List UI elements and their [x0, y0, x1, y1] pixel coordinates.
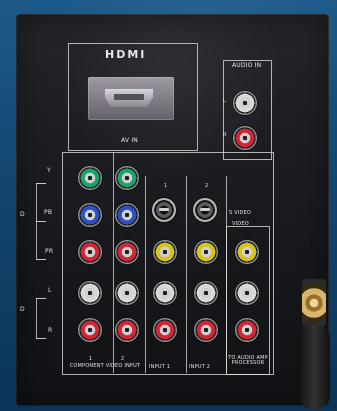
audio-amp-processor-label: TO AUDIO AMP PROCESSOR — [228, 355, 268, 367]
input-1-svideo-jack[interactable] — [152, 198, 176, 222]
av-in-label: AV IN — [121, 137, 138, 144]
input-2-audio-l-jack[interactable] — [194, 281, 218, 305]
component-y-label: Y — [47, 167, 51, 174]
audio-l-jack[interactable] — [233, 91, 257, 115]
bottom-label-1-number: 1 — [89, 356, 93, 362]
input-1-video-jack[interactable] — [153, 240, 177, 264]
output-audio-l-jack[interactable] — [235, 281, 259, 305]
divider-3 — [186, 176, 187, 373]
left-bracket-3 — [36, 259, 46, 260]
left-mark-top: D — [20, 211, 25, 218]
component-1-pr-jack[interactable] — [78, 240, 102, 264]
input-1-audio-l-jack[interactable] — [153, 281, 177, 305]
component-1-l-jack[interactable] — [78, 281, 102, 305]
audio-l-side-label: L — [48, 287, 52, 294]
bottom-label-2-number: 2 — [121, 356, 125, 362]
input-2-audio-r-jack[interactable] — [194, 318, 218, 342]
left-bracket-1 — [36, 183, 46, 184]
svideo-label-top: S VIDEO — [229, 210, 252, 216]
left-bracket-2 — [36, 221, 46, 222]
component-1-pb-jack[interactable] — [78, 203, 102, 227]
input-2-svideo-jack[interactable] — [193, 198, 217, 222]
audio-l-label: L — [223, 98, 226, 104]
antenna-connector[interactable] — [302, 279, 326, 327]
input-2-video-jack[interactable] — [194, 240, 218, 264]
input-1-number: 1 — [164, 183, 168, 189]
component-2-pb-jack[interactable] — [115, 203, 139, 227]
hdmi-port[interactable] — [88, 77, 174, 120]
divider-1 — [113, 152, 114, 373]
component-pb-label: Pb — [44, 209, 53, 216]
component-2-pr-jack[interactable] — [115, 240, 139, 264]
left-bracket-5 — [36, 338, 46, 339]
component-1-y-jack[interactable] — [78, 166, 102, 190]
output-audio-r-jack[interactable] — [235, 318, 259, 342]
divider-2 — [145, 176, 146, 373]
left-bracket-4 — [36, 298, 46, 299]
component-2-r-jack[interactable] — [115, 318, 139, 342]
input-1-label: INPUT 1 — [149, 364, 171, 370]
input-1-audio-r-jack[interactable] — [153, 318, 177, 342]
left-bracket-line-1 — [36, 183, 37, 259]
antenna-cable — [298, 325, 330, 409]
audio-r-jack[interactable] — [233, 126, 257, 150]
output-video-jack[interactable] — [235, 240, 259, 264]
component-1-r-jack[interactable] — [78, 318, 102, 342]
component-pr-label: Pr — [45, 248, 54, 255]
component-video-input-label: COMPONENT VIDEO INPUT — [69, 363, 141, 369]
left-mark-bottom: D — [20, 306, 25, 313]
input-2-label: INPUT 2 — [189, 364, 211, 370]
component-2-y-jack[interactable] — [115, 166, 139, 190]
component-2-l-jack[interactable] — [115, 281, 139, 305]
audio-r-label: R — [223, 132, 227, 138]
input-2-number: 2 — [205, 183, 209, 189]
audio-r-side-label: R — [48, 327, 53, 334]
left-bracket-line-2 — [36, 298, 37, 338]
